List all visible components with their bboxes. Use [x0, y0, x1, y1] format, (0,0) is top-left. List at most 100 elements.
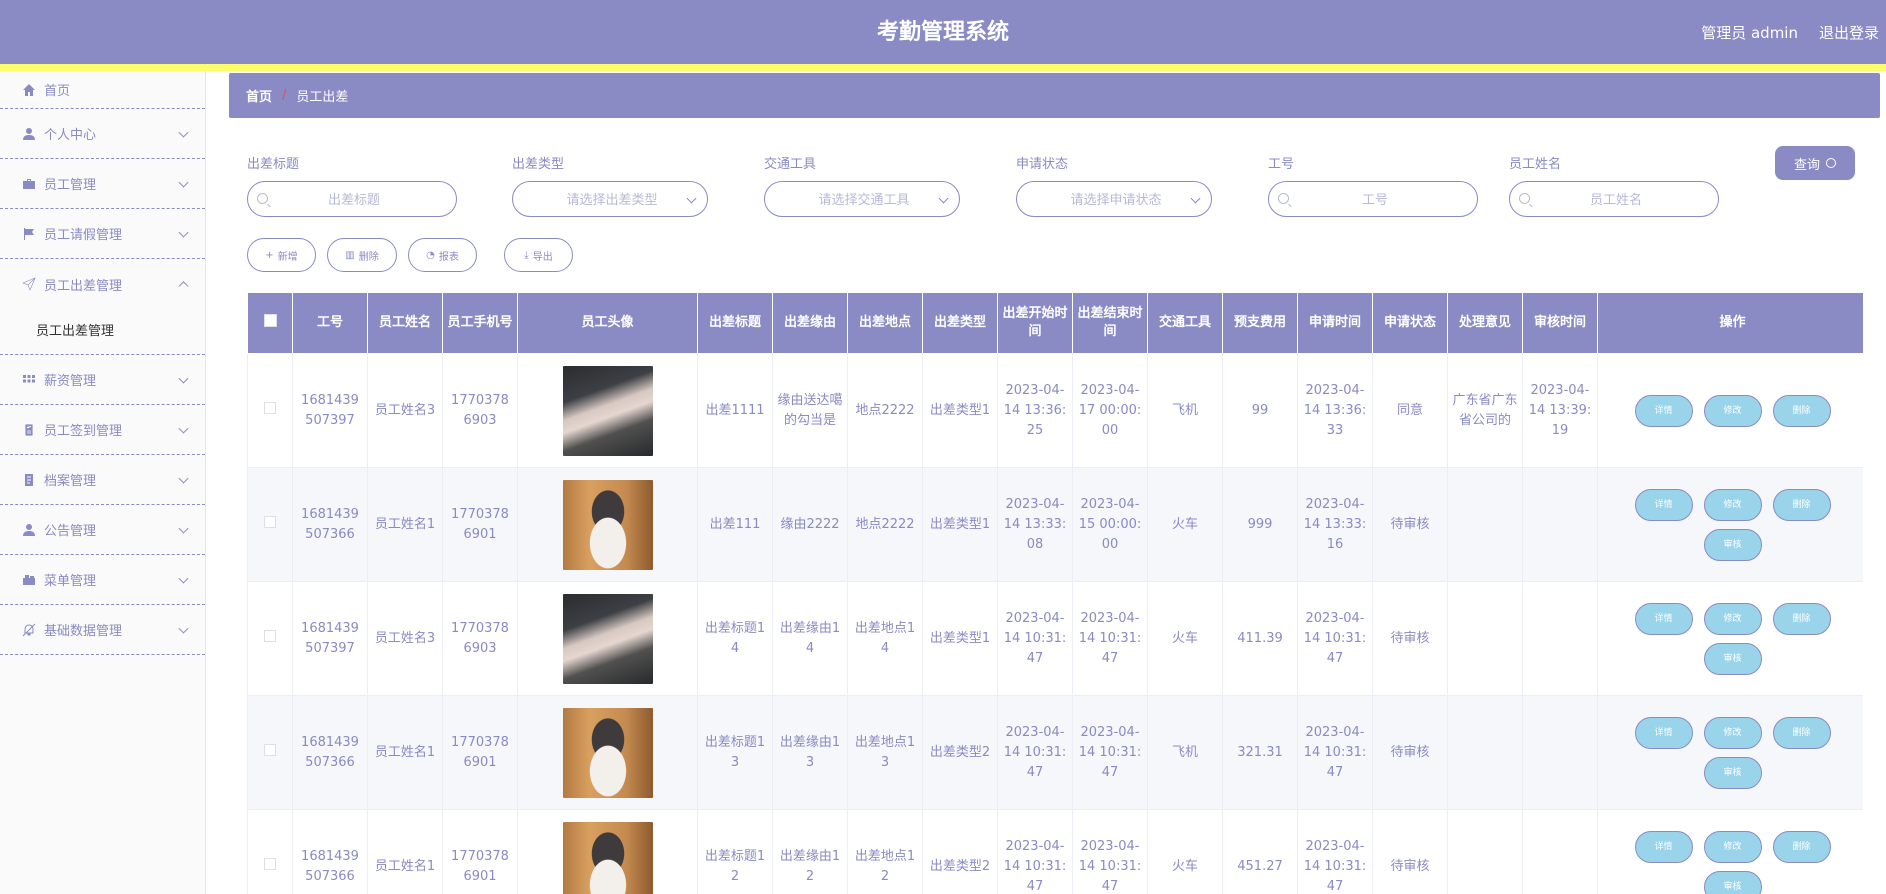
row-checkbox[interactable]: [264, 629, 276, 642]
employee-name-label: 员工姓名: [1509, 157, 1562, 172]
edit-button[interactable]: 修改: [1703, 394, 1762, 427]
apply-status-select[interactable]: [1016, 181, 1215, 218]
delete-button[interactable]: ▥ 删除: [327, 238, 397, 272]
report-button[interactable]: ◔ 报表: [408, 238, 477, 272]
sidebar-item-personal-center[interactable]: 个人中心: [0, 109, 205, 159]
cell-opinion: [1447, 581, 1523, 696]
chevron-down-icon: [178, 523, 189, 534]
cell-reason: 缘由2222: [772, 467, 848, 582]
sidebar-item-archive-management[interactable]: 档案管理: [0, 455, 205, 505]
cell-review-time: [1522, 809, 1598, 894]
search-icon: [1278, 193, 1289, 204]
cell-type: 出差类型2: [922, 809, 998, 894]
cell-place: 地点2222: [847, 353, 923, 468]
chevron-down-icon: [178, 177, 189, 188]
cell-transport: 飞机: [1147, 695, 1223, 810]
review-button[interactable]: 审核: [1703, 528, 1762, 561]
trip-title-input[interactable]: [248, 182, 460, 218]
sidebar-item-label: 首页: [44, 84, 71, 99]
operations-cell: 详情 修改 删除 审核: [1597, 695, 1863, 810]
table-header-row: 工号 员工姓名 员工手机号 员工头像 出差标题 出差缘由 出差地点 出差类型 出…: [247, 292, 1863, 354]
cell-cost: 411.39: [1222, 581, 1298, 696]
employee-name-search-field[interactable]: [1509, 181, 1722, 218]
cell-end: 2023-04-14 10:31:47: [1072, 695, 1148, 810]
employee-name-input[interactable]: [1510, 182, 1722, 218]
add-button[interactable]: + 新增: [247, 238, 316, 272]
cell-place: 地点2222: [847, 467, 923, 582]
cell-end: 2023-04-14 10:31:47: [1072, 809, 1148, 894]
cell-reason: 出差缘由13: [772, 695, 848, 810]
detail-button[interactable]: 详情: [1634, 394, 1693, 427]
row-checkbox[interactable]: [264, 743, 276, 756]
row-checkbox[interactable]: [264, 515, 276, 528]
edit-button[interactable]: 修改: [1703, 830, 1762, 863]
cell-apply-time: 2023-04-14 10:31:47: [1297, 809, 1373, 894]
avatar-cell: [517, 353, 698, 468]
table-row: 1681439507366 员工姓名1 17703786901 出差标题13 出差缘由1…: [247, 695, 1863, 810]
apply-status-select-input[interactable]: [1017, 182, 1215, 218]
search-icon: [1519, 193, 1530, 204]
cell-type: 出差类型1: [922, 353, 998, 468]
detail-button[interactable]: 详情: [1634, 716, 1693, 749]
delete-row-button[interactable]: 删除: [1772, 394, 1831, 427]
cell-transport: 飞机: [1147, 353, 1223, 468]
edit-button[interactable]: 修改: [1703, 488, 1762, 521]
sidebar-item-notice-management[interactable]: 公告管理: [0, 505, 205, 555]
employee-id-search-field[interactable]: [1268, 181, 1481, 218]
sidebar-item-salary-management[interactable]: 薪资管理: [0, 355, 205, 405]
employee-id-input[interactable]: [1269, 182, 1481, 218]
cell-opinion: [1447, 467, 1523, 582]
breadcrumb: 首页 / 员工出差: [229, 73, 1880, 118]
detail-button[interactable]: 详情: [1634, 488, 1693, 521]
sidebar-subitem-business-trip[interactable]: 员工出差管理: [0, 309, 205, 355]
cell-apply-time: 2023-04-14 13:33:16: [1297, 467, 1373, 582]
transport-select-input[interactable]: [765, 182, 963, 218]
detail-button[interactable]: 详情: [1634, 830, 1693, 863]
row-checkbox[interactable]: [264, 857, 276, 870]
sidebar-item-leave-management[interactable]: 员工请假管理: [0, 209, 205, 259]
cell-review-time: [1522, 581, 1598, 696]
sidebar-item-label: 员工请假管理: [44, 228, 123, 243]
review-button[interactable]: 审核: [1703, 642, 1762, 675]
top-bar-accent-line: [0, 64, 1886, 71]
query-button-label: 查询: [1793, 157, 1820, 173]
logout-link[interactable]: 退出登录: [1819, 0, 1879, 64]
cell-type: 出差类型1: [922, 467, 998, 582]
delete-row-button[interactable]: 删除: [1772, 488, 1831, 521]
sidebar-item-home[interactable]: 首页: [0, 71, 205, 109]
sidebar-item-checkin-management[interactable]: 员工签到管理: [0, 405, 205, 455]
avatar: [562, 707, 653, 798]
avatar: [562, 821, 653, 894]
sidebar-item-menu-management[interactable]: 菜单管理: [0, 555, 205, 605]
column-header: 出差结束时间: [1072, 292, 1148, 354]
review-button[interactable]: 审核: [1703, 870, 1762, 894]
transport-select[interactable]: [764, 181, 963, 218]
sidebar-item-employee-management[interactable]: 员工管理: [0, 159, 205, 209]
cell-place: 出差地点13: [847, 695, 923, 810]
export-button[interactable]: ⤓ 导出: [504, 238, 573, 272]
row-checkbox[interactable]: [264, 401, 276, 414]
cell-cost: 999: [1222, 467, 1298, 582]
delete-row-button[interactable]: 删除: [1772, 602, 1831, 635]
cell-start: 2023-04-14 13:36:25: [997, 353, 1073, 468]
cell-name: 员工姓名3: [367, 353, 443, 468]
sidebar-item-business-trip-management[interactable]: 员工出差管理: [0, 259, 205, 309]
delete-row-button[interactable]: 删除: [1772, 716, 1831, 749]
trip-title-search-field[interactable]: [247, 181, 460, 218]
breadcrumb-home[interactable]: 首页: [246, 86, 272, 105]
query-button[interactable]: 查询: [1775, 146, 1855, 180]
sidebar-item-basic-data-management[interactable]: 基础数据管理: [0, 605, 205, 655]
edit-button[interactable]: 修改: [1703, 602, 1762, 635]
delete-row-button[interactable]: 删除: [1772, 830, 1831, 863]
cell-review-time: 2023-04-14 13:39:19: [1522, 353, 1598, 468]
cell-phone: 17703786901: [442, 809, 518, 894]
detail-button[interactable]: 详情: [1634, 602, 1693, 635]
select-all-checkbox[interactable]: [263, 313, 277, 327]
cell-status: 待审核: [1372, 581, 1448, 696]
edit-button[interactable]: 修改: [1703, 716, 1762, 749]
trip-type-select[interactable]: [512, 181, 711, 218]
cell-place: 出差地点12: [847, 809, 923, 894]
cell-status: 待审核: [1372, 809, 1448, 894]
review-button[interactable]: 审核: [1703, 756, 1762, 789]
trip-type-select-input[interactable]: [513, 182, 711, 218]
